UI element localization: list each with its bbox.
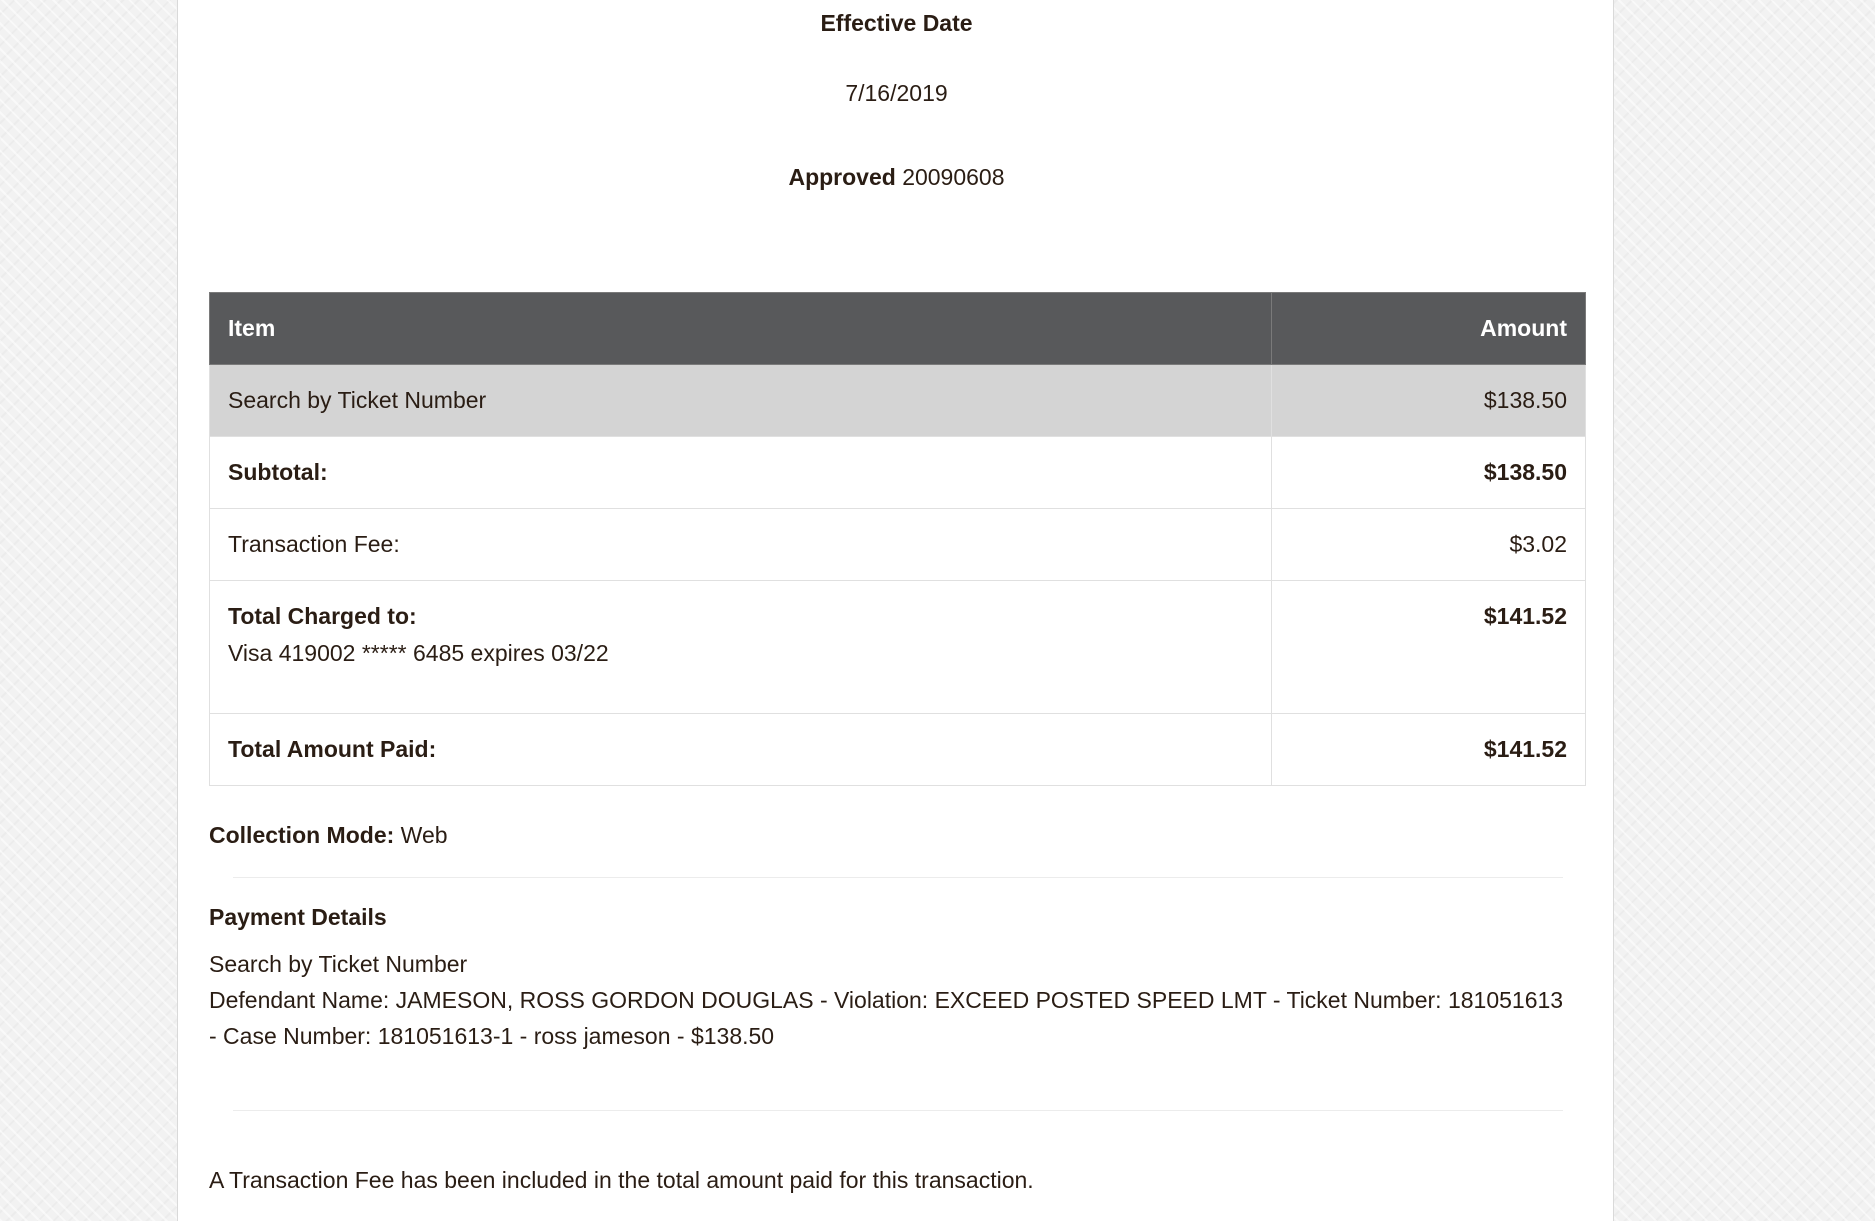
subtotal-label: Subtotal: (209, 436, 1272, 509)
collection-mode-label: Collection Mode: (209, 822, 395, 848)
collection-mode-value: Web (400, 822, 448, 848)
fee-row: Transaction Fee: $3.02 (209, 508, 1586, 581)
table-header-row: Item Amount (209, 292, 1586, 365)
fee-amount: $3.02 (1271, 508, 1586, 581)
fee-label: Transaction Fee: (209, 508, 1272, 581)
payment-details-body: Search by Ticket Number Defendant Name: … (209, 946, 1569, 1054)
transaction-fee-note: A Transaction Fee has been included in t… (209, 1167, 1034, 1193)
effective-date-label: Effective Date (820, 10, 973, 36)
collection-mode: Collection Mode: Web (209, 822, 448, 849)
column-header-amount: Amount (1271, 292, 1586, 365)
total-charged-row: Total Charged to: Visa 419002 ***** 6485… (209, 580, 1586, 714)
subtotal-amount: $138.50 (1271, 436, 1586, 509)
line-item-label: Search by Ticket Number (209, 364, 1272, 437)
approval-code: 20090608 (902, 164, 1005, 190)
table-row: Search by Ticket Number $138.50 (209, 364, 1586, 437)
payment-details-line2: Defendant Name: JAMESON, ROSS GORDON DOU… (209, 987, 1564, 1049)
effective-date-value: 7/16/2019 (845, 80, 948, 106)
total-paid-amount: $141.52 (1271, 713, 1586, 786)
payment-details-line1: Search by Ticket Number (209, 951, 468, 977)
column-header-item: Item (209, 292, 1272, 365)
approval-line: Approved 20090608 (178, 164, 1615, 191)
approved-label: Approved (788, 164, 896, 190)
total-charged-label: Total Charged to: (228, 603, 417, 629)
receipt-table: Item Amount Search by Ticket Number $138… (209, 292, 1586, 786)
divider (233, 1110, 1563, 1111)
line-item-amount: $138.50 (1271, 364, 1586, 437)
total-paid-label: Total Amount Paid: (209, 713, 1272, 786)
payment-details-title: Payment Details (209, 904, 387, 930)
total-charged-amount: $141.52 (1271, 580, 1586, 714)
total-charged-cell: Total Charged to: Visa 419002 ***** 6485… (209, 580, 1272, 714)
receipt-panel: Effective Date 7/16/2019 Approved 200906… (177, 0, 1614, 1221)
card-info: Visa 419002 ***** 6485 expires 03/22 (228, 640, 609, 666)
total-paid-row: Total Amount Paid: $141.52 (209, 713, 1586, 786)
divider (233, 877, 1563, 878)
subtotal-row: Subtotal: $138.50 (209, 436, 1586, 509)
